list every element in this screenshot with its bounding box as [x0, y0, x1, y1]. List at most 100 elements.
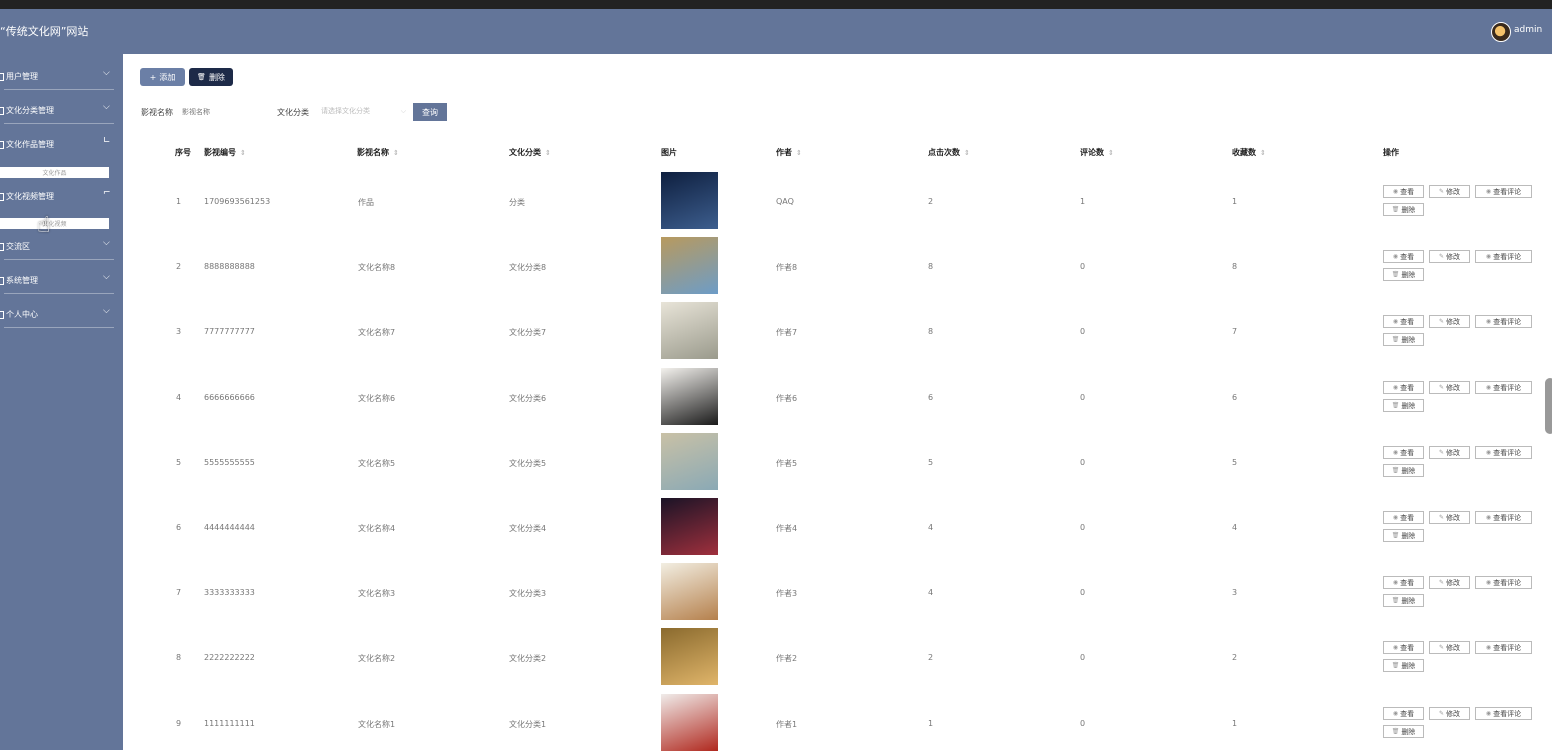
- col-header-category[interactable]: 文化分类 ⇕: [509, 147, 551, 158]
- cell-code: 7777777777: [204, 327, 255, 336]
- row-thumbnail-image[interactable]: [661, 498, 718, 555]
- view-comments-button[interactable]: ◉ 查看评论: [1475, 707, 1532, 720]
- sidebar-item-video-mgmt[interactable]: 文化视频管理 ⌐: [0, 182, 123, 212]
- cell-name: 文化名称2: [358, 654, 396, 663]
- trash-icon: 🗑: [1391, 597, 1400, 604]
- cell-favs: 5: [1232, 458, 1238, 467]
- sidebar-subitem-video[interactable]: 文化视频: [0, 218, 109, 229]
- delete-button-label: 删除: [1401, 466, 1416, 475]
- row-thumbnail-image[interactable]: [661, 563, 718, 620]
- eye-icon: ◉: [1485, 579, 1492, 586]
- cell-clicks: 1: [928, 719, 934, 728]
- delete-button-label: 删除: [1401, 596, 1416, 605]
- delete-button[interactable]: 🗑 删除: [1383, 464, 1424, 477]
- cell-cat: 文化分类6: [509, 394, 547, 403]
- delete-button[interactable]: 🗑 删除: [1383, 268, 1424, 281]
- row-thumbnail-image[interactable]: [661, 433, 718, 490]
- user-name[interactable]: admin: [1514, 25, 1542, 35]
- category-filter-select[interactable]: 请选择文化分类 ⌵: [316, 104, 408, 118]
- name-filter-input[interactable]: [180, 104, 266, 120]
- batch-delete-button[interactable]: 🗑 删除: [189, 68, 233, 86]
- chevron-down-icon: ⌵: [103, 306, 110, 316]
- sidebar-item-user-mgmt[interactable]: 用户管理 ⌵: [0, 62, 123, 92]
- col-header-name[interactable]: 影视名称 ⇕: [357, 147, 399, 158]
- chevron-down-icon: ⌵: [400, 107, 406, 115]
- edit-button[interactable]: ✎ 修改: [1429, 576, 1470, 589]
- col-header-author[interactable]: 作者 ⇕: [776, 147, 802, 158]
- menu-item-icon: [0, 242, 5, 251]
- chevron-up-icon: ⌐: [103, 188, 111, 198]
- query-button[interactable]: 查询: [413, 103, 447, 121]
- view-button[interactable]: ◉ 查看: [1383, 381, 1424, 394]
- menu-divider: [4, 259, 114, 260]
- view-button-label: 查看: [1400, 513, 1415, 522]
- view-comments-button[interactable]: ◉ 查看评论: [1475, 185, 1532, 198]
- sidebar-item-personal-center[interactable]: 个人中心 ⌵: [0, 300, 123, 330]
- delete-button[interactable]: 🗑 删除: [1383, 725, 1424, 738]
- edit-button[interactable]: ✎ 修改: [1429, 250, 1470, 263]
- sidebar-subitem-works[interactable]: 文化作品: [0, 167, 109, 178]
- edit-button[interactable]: ✎ 修改: [1429, 446, 1470, 459]
- add-button[interactable]: + 添加: [140, 68, 185, 86]
- view-comments-button[interactable]: ◉ 查看评论: [1475, 250, 1532, 263]
- view-comments-button[interactable]: ◉ 查看评论: [1475, 576, 1532, 589]
- col-header-comments[interactable]: 评论数 ⇕: [1080, 147, 1114, 158]
- eye-icon: ◉: [1392, 318, 1399, 325]
- edit-button[interactable]: ✎ 修改: [1429, 707, 1470, 720]
- delete-button[interactable]: 🗑 删除: [1383, 529, 1424, 542]
- menu-item-icon: [0, 192, 5, 201]
- cell-code: 1111111111: [204, 719, 255, 728]
- edit-button[interactable]: ✎ 修改: [1429, 185, 1470, 198]
- trash-icon: 🗑: [197, 73, 206, 81]
- scrollbar-handle[interactable]: [1545, 378, 1552, 434]
- view-button[interactable]: ◉ 查看: [1383, 576, 1424, 589]
- delete-button-label: 删除: [1401, 205, 1416, 214]
- row-thumbnail-image[interactable]: [661, 628, 718, 685]
- col-header-favorites[interactable]: 收藏数 ⇕: [1232, 147, 1266, 158]
- view-comments-button[interactable]: ◉ 查看评论: [1475, 446, 1532, 459]
- delete-button[interactable]: 🗑 删除: [1383, 659, 1424, 672]
- view-comments-button[interactable]: ◉ 查看评论: [1475, 315, 1532, 328]
- edit-button[interactable]: ✎ 修改: [1429, 641, 1470, 654]
- view-button[interactable]: ◉ 查看: [1383, 707, 1424, 720]
- col-header-code[interactable]: 影视编号 ⇕: [204, 147, 246, 158]
- edit-button-label: 修改: [1446, 187, 1461, 196]
- row-thumbnail-image[interactable]: [661, 302, 718, 359]
- cell-favs: 7: [1232, 327, 1238, 336]
- delete-button[interactable]: 🗑 删除: [1383, 203, 1424, 216]
- sidebar-item-category-mgmt[interactable]: 文化分类管理 ⌵: [0, 96, 123, 126]
- sidebar-item-forum[interactable]: 交流区 ⌵: [0, 232, 123, 262]
- cell-author: QAQ: [776, 197, 794, 206]
- view-button[interactable]: ◉ 查看: [1383, 641, 1424, 654]
- cell-code: 4444444444: [204, 523, 255, 532]
- view-comments-button[interactable]: ◉ 查看评论: [1475, 381, 1532, 394]
- view-button[interactable]: ◉ 查看: [1383, 250, 1424, 263]
- sidebar-item-system-mgmt[interactable]: 系统管理 ⌵: [0, 266, 123, 296]
- cell-idx: 9: [176, 719, 182, 728]
- delete-button[interactable]: 🗑 删除: [1383, 333, 1424, 346]
- view-button[interactable]: ◉ 查看: [1383, 446, 1424, 459]
- view-button[interactable]: ◉ 查看: [1383, 511, 1424, 524]
- sidebar-item-works-mgmt[interactable]: 文化作品管理 ∟: [0, 130, 123, 160]
- row-thumbnail-image[interactable]: [661, 368, 718, 425]
- col-header-clicks[interactable]: 点击次数 ⇕: [928, 147, 970, 158]
- pencil-icon: ✎: [1438, 644, 1445, 651]
- view-button[interactable]: ◉ 查看: [1383, 315, 1424, 328]
- edit-button-label: 修改: [1446, 643, 1461, 652]
- add-button-label: 添加: [159, 72, 176, 82]
- view-button-label: 查看: [1400, 383, 1415, 392]
- edit-button[interactable]: ✎ 修改: [1429, 511, 1470, 524]
- pencil-icon: ✎: [1438, 449, 1445, 456]
- user-avatar[interactable]: [1491, 22, 1511, 42]
- row-thumbnail-image[interactable]: [661, 694, 718, 751]
- view-comments-button[interactable]: ◉ 查看评论: [1475, 641, 1532, 654]
- row-thumbnail-image[interactable]: [661, 237, 718, 294]
- view-button[interactable]: ◉ 查看: [1383, 185, 1424, 198]
- cell-comments: 0: [1080, 262, 1086, 271]
- edit-button[interactable]: ✎ 修改: [1429, 381, 1470, 394]
- delete-button[interactable]: 🗑 删除: [1383, 399, 1424, 412]
- row-thumbnail-image[interactable]: [661, 172, 718, 229]
- view-comments-button[interactable]: ◉ 查看评论: [1475, 511, 1532, 524]
- delete-button[interactable]: 🗑 删除: [1383, 594, 1424, 607]
- edit-button[interactable]: ✎ 修改: [1429, 315, 1470, 328]
